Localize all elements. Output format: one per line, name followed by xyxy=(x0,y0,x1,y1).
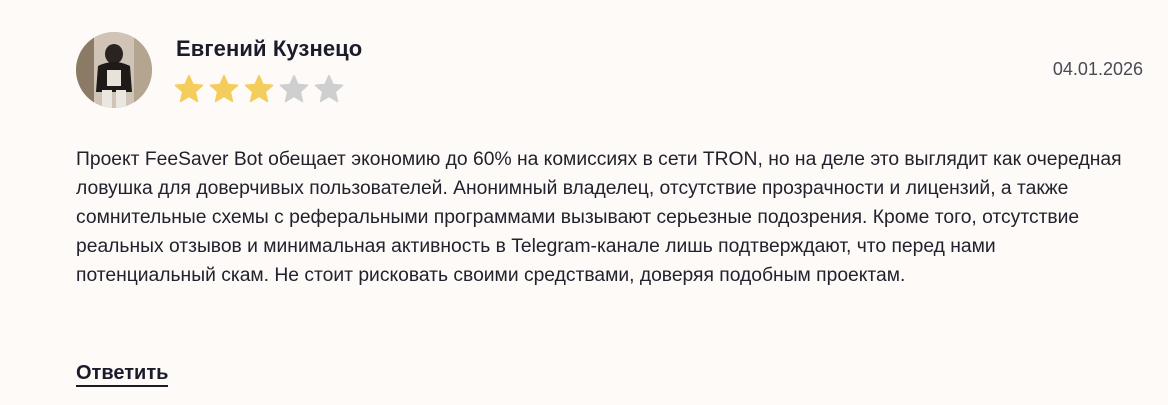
review-card: Евгений Кузнецо 04.01.2026 Проект FeeSav… xyxy=(0,0,1168,405)
review-text: Проект FeeSaver Bot обещает экономию до … xyxy=(76,149,1122,286)
star-empty-icon xyxy=(279,74,309,103)
reply-link[interactable]: Ответить xyxy=(76,362,169,387)
author-name: Евгений Кузнецо xyxy=(176,36,363,61)
star-filled-icon xyxy=(244,74,274,103)
review-date: 04.01.2026 xyxy=(1052,59,1143,79)
avatar xyxy=(76,32,152,108)
star-empty-icon xyxy=(314,74,344,103)
star-rating xyxy=(174,74,344,104)
star-filled-icon xyxy=(209,74,239,103)
star-filled-icon xyxy=(174,74,204,103)
